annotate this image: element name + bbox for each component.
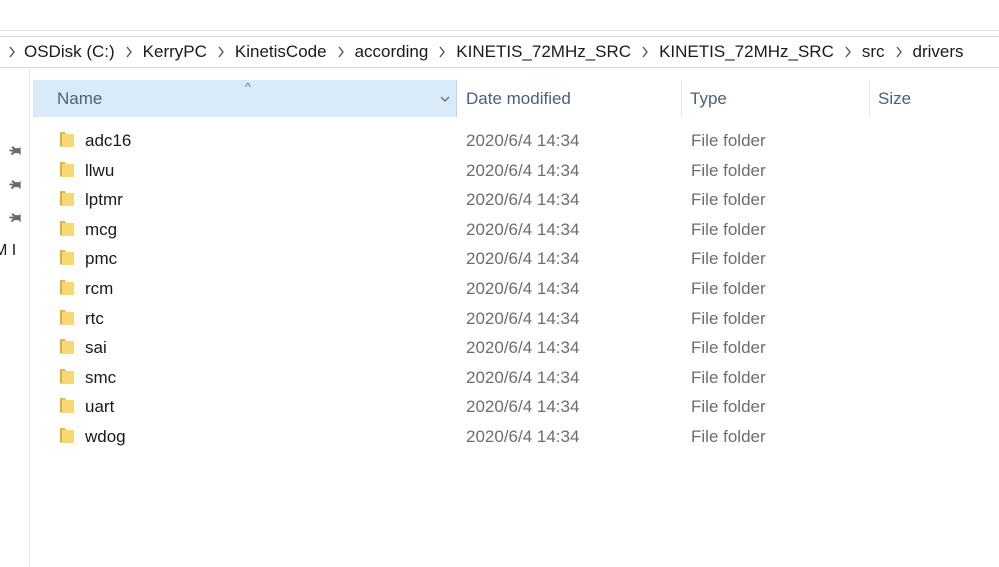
pin-icon[interactable] <box>6 176 24 194</box>
file-row[interactable]: uart 2020/6/4 14:34 File folder <box>33 393 999 423</box>
folder-icon <box>59 396 75 414</box>
column-header-row: Name ^ Date modified Type Size <box>33 80 999 117</box>
breadcrumb-item[interactable]: according <box>355 42 429 62</box>
column-header-type[interactable]: Type <box>682 80 870 117</box>
file-name: adc16 <box>85 131 132 150</box>
breadcrumb-item[interactable]: KinetisCode <box>235 42 327 62</box>
column-header-size[interactable]: Size <box>870 80 999 117</box>
breadcrumb-item[interactable]: KINETIS_72MHz_SRC <box>456 42 631 62</box>
breadcrumb-item[interactable]: drivers <box>913 42 964 62</box>
folder-icon <box>59 160 75 178</box>
file-type: File folder <box>691 131 766 150</box>
chevron-right-icon[interactable] <box>834 46 862 58</box>
file-type: File folder <box>691 367 766 387</box>
file-type: File folder <box>691 249 766 269</box>
file-type: File folder <box>691 160 766 180</box>
column-header-type-label: Type <box>690 88 727 108</box>
chevron-right-icon[interactable] <box>0 46 24 58</box>
file-name: uart <box>85 397 115 417</box>
breadcrumb-item[interactable]: src <box>862 42 885 62</box>
file-type: File folder <box>691 426 766 446</box>
sort-ascending-icon: ^ <box>245 80 251 94</box>
file-type: File folder <box>691 338 766 358</box>
file-date-modified: 2020/6/4 14:34 <box>466 278 580 298</box>
column-header-date-label: Date modified <box>466 88 571 108</box>
file-type: File folder <box>691 190 766 210</box>
file-name: rtc <box>85 308 104 328</box>
column-header-date-modified[interactable]: Date modified <box>458 80 682 117</box>
file-date-modified: 2020/6/4 14:34 <box>466 308 580 328</box>
file-name: rcm <box>85 278 114 298</box>
file-row[interactable]: wdog 2020/6/4 14:34 File folder <box>33 423 999 453</box>
file-date-modified: 2020/6/4 14:34 <box>466 131 580 150</box>
folder-icon <box>59 426 75 444</box>
file-row[interactable]: llwu 2020/6/4 14:34 File folder <box>33 157 999 187</box>
title-strip <box>0 0 999 31</box>
file-name: mcg <box>85 219 118 239</box>
file-name: wdog <box>85 426 126 446</box>
folder-icon <box>59 189 75 207</box>
pin-icon[interactable] <box>6 209 24 227</box>
file-date-modified: 2020/6/4 14:34 <box>466 249 580 269</box>
file-name: smc <box>85 367 117 387</box>
folder-icon <box>59 248 75 266</box>
folder-icon <box>59 278 75 296</box>
file-row[interactable]: sai 2020/6/4 14:34 File folder <box>33 334 999 364</box>
file-row[interactable]: adc16 2020/6/4 14:34 File folder <box>33 127 999 157</box>
chevron-down-icon[interactable] <box>438 92 452 106</box>
file-date-modified: 2020/6/4 14:34 <box>466 190 580 210</box>
column-header-name-label: Name <box>57 88 103 108</box>
navigation-pane: M I <box>0 68 30 567</box>
file-list: adc16 2020/6/4 14:34 File folder llwu 2020/6… <box>33 127 999 453</box>
file-row[interactable]: rcm 2020/6/4 14:34 File folder <box>33 275 999 305</box>
file-date-modified: 2020/6/4 14:34 <box>466 426 580 446</box>
file-date-modified: 2020/6/4 14:34 <box>466 338 580 358</box>
file-date-modified: 2020/6/4 14:34 <box>466 367 580 387</box>
chevron-right-icon[interactable] <box>885 46 913 58</box>
breadcrumb-item[interactable]: KerryPC <box>143 42 207 62</box>
file-name: lptmr <box>85 190 123 210</box>
file-type: File folder <box>691 308 766 328</box>
file-type: File folder <box>691 397 766 417</box>
breadcrumb-item[interactable]: KINETIS_72MHz_SRC <box>659 42 834 62</box>
folder-icon <box>59 367 75 385</box>
file-name: pmc <box>85 249 118 269</box>
column-header-size-label: Size <box>878 88 912 108</box>
chevron-right-icon[interactable] <box>428 46 456 58</box>
quick-access-item-label[interactable]: M I <box>0 242 16 260</box>
folder-icon <box>59 337 75 355</box>
folder-icon <box>59 219 75 237</box>
file-date-modified: 2020/6/4 14:34 <box>466 219 580 239</box>
file-row[interactable]: smc 2020/6/4 14:34 File folder <box>33 364 999 394</box>
breadcrumb-item[interactable]: OSDisk (C:) <box>24 42 115 62</box>
chevron-right-icon[interactable] <box>327 46 355 58</box>
folder-icon <box>59 130 75 148</box>
file-type: File folder <box>691 219 766 239</box>
pin-icon[interactable] <box>6 142 24 160</box>
file-row[interactable]: pmc 2020/6/4 14:34 File folder <box>33 245 999 275</box>
file-name: sai <box>85 338 107 358</box>
folder-icon <box>59 308 75 326</box>
file-name: llwu <box>85 160 115 180</box>
chevron-right-icon[interactable] <box>207 46 235 58</box>
file-date-modified: 2020/6/4 14:34 <box>466 160 580 180</box>
address-bar[interactable]: OSDisk (C:) KerryPC KinetisCode according KI… <box>0 36 999 68</box>
chevron-right-icon[interactable] <box>631 46 659 58</box>
file-row[interactable]: rtc 2020/6/4 14:34 File folder <box>33 305 999 335</box>
chevron-right-icon[interactable] <box>115 46 143 58</box>
file-row[interactable]: mcg 2020/6/4 14:34 File folder <box>33 216 999 246</box>
file-date-modified: 2020/6/4 14:34 <box>466 397 580 417</box>
file-type: File folder <box>691 278 766 298</box>
file-row[interactable]: lptmr 2020/6/4 14:34 File folder <box>33 186 999 216</box>
